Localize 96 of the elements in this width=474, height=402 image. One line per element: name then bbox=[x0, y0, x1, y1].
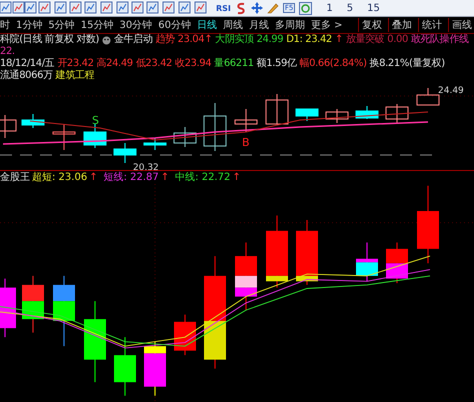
indicator-bar bbox=[386, 242, 408, 284]
high-price-label: 24.49 bbox=[438, 86, 464, 96]
toolbar-chart-icon[interactable] bbox=[24, 2, 36, 14]
period-tab[interactable]: 更多 > bbox=[310, 18, 343, 32]
candlestick bbox=[416, 88, 440, 106]
indicator-bar bbox=[174, 314, 196, 356]
indicator-value: 超短: 23.06 bbox=[32, 171, 88, 184]
indicator-value: 22. bbox=[0, 46, 15, 58]
refresh-icon[interactable] bbox=[299, 2, 312, 14]
candlestick bbox=[234, 108, 258, 132]
toolbar-chart-icon[interactable] bbox=[38, 2, 50, 14]
period-tab[interactable]: 30分钟 bbox=[119, 18, 152, 32]
toolbar-chart-icon[interactable] bbox=[146, 2, 158, 14]
quote-value: 开23.42 bbox=[57, 58, 94, 70]
indicator-value: 中线: 22.72 bbox=[175, 171, 230, 184]
toolbar-tab[interactable]: 复权 bbox=[358, 18, 382, 32]
indicator-value: 科院(日线 前复权 对数) bbox=[0, 34, 99, 46]
quote-value: 幅0.66(2.84%) bbox=[300, 58, 367, 70]
indicator-value: 敢死队操作线 bbox=[410, 34, 469, 46]
toolbar-chart-icon[interactable] bbox=[194, 2, 206, 14]
candlestick bbox=[84, 124, 106, 148]
period-button[interactable]: 15 bbox=[367, 2, 380, 14]
toolbar-chart-icon[interactable] bbox=[178, 2, 190, 14]
pencil-icon[interactable] bbox=[266, 2, 279, 14]
indicator-name: 金股王 bbox=[0, 171, 30, 184]
candlestick bbox=[114, 142, 136, 164]
indicator-bar bbox=[235, 242, 257, 311]
period-tab[interactable]: 多周期 bbox=[274, 18, 305, 32]
indicator-value: 趋势 bbox=[155, 34, 175, 46]
trend-arrow: ↑ bbox=[89, 171, 98, 184]
toolbar-chart-icon[interactable] bbox=[12, 2, 24, 14]
quote-value: 低23.42 bbox=[136, 58, 172, 70]
quote-value: 建筑工程 bbox=[56, 70, 94, 82]
buy-signal-mark: B bbox=[242, 136, 250, 149]
toolbar-tab[interactable]: 叠加 bbox=[388, 18, 412, 32]
quote-value: 换8.21%(量复权) bbox=[370, 58, 445, 70]
candlestick bbox=[204, 102, 226, 152]
s-icon[interactable] bbox=[234, 2, 247, 14]
indicator-bar bbox=[144, 341, 166, 396]
candlestick bbox=[266, 94, 288, 124]
indicator-value: 0.00 bbox=[387, 34, 408, 46]
toolbar-chart-icon[interactable] bbox=[132, 2, 144, 14]
candlestick bbox=[52, 124, 76, 150]
toolbar-tab[interactable]: 统计 bbox=[418, 18, 442, 32]
indicator-bar bbox=[53, 275, 75, 347]
period-tab[interactable]: 1分钟 bbox=[16, 18, 42, 32]
rsi-icon[interactable]: RSI bbox=[216, 4, 231, 12]
candlestick bbox=[296, 108, 318, 122]
candlestick bbox=[22, 114, 44, 128]
quote-value: 流通8066万 bbox=[0, 70, 53, 82]
quote-value: 18/12/14/五 bbox=[0, 58, 54, 70]
indicator-value: D1: 23.42 bbox=[286, 34, 332, 46]
candlestick bbox=[326, 108, 348, 124]
toolbar-chart-icon[interactable] bbox=[100, 2, 112, 14]
quote-value: 量66211 bbox=[214, 58, 254, 70]
period-tab[interactable]: 月线 bbox=[248, 18, 269, 32]
period-button[interactable]: 5 bbox=[346, 2, 354, 14]
sell-signal-mark: S bbox=[92, 114, 99, 127]
indicator-bar bbox=[356, 242, 378, 282]
candlestick bbox=[0, 114, 16, 138]
toolbar-chart-icon[interactable] bbox=[162, 2, 174, 14]
period-tab[interactable]: 5分钟 bbox=[48, 18, 75, 32]
toolbar-tab[interactable]: 画线 bbox=[448, 18, 472, 32]
low-price-label: 20.32 bbox=[133, 163, 159, 171]
indicator-bar bbox=[296, 220, 318, 286]
indicator-value: 23.04↑ bbox=[178, 34, 212, 46]
indicator-value: 金牛启动 bbox=[114, 34, 152, 46]
period-tab[interactable]: 60分钟 bbox=[158, 18, 191, 32]
period-tab[interactable]: 15分钟 bbox=[80, 18, 114, 32]
candlestick bbox=[386, 104, 408, 124]
indicator-value: ↑ bbox=[334, 34, 343, 46]
indicator-value: 24.99 bbox=[256, 34, 284, 46]
candlestick bbox=[174, 126, 196, 148]
quote-value: 收23.94 bbox=[175, 58, 212, 70]
toolbar-chart-icon[interactable] bbox=[54, 2, 66, 14]
period-button[interactable]: 1 bbox=[326, 2, 333, 14]
period-tab[interactable]: 时 bbox=[0, 18, 10, 32]
indicator-bar bbox=[114, 336, 136, 396]
quote-value: 额1.59亿 bbox=[256, 58, 297, 70]
trend-arrow: ↑ bbox=[160, 171, 170, 184]
indicator-value: 短线: 22.87 bbox=[104, 171, 159, 184]
toolbar-chart-icon[interactable] bbox=[70, 2, 82, 14]
indicator-value: 放量突破 bbox=[346, 34, 384, 46]
quote-value: 高24.49 bbox=[96, 58, 133, 70]
candlestick bbox=[144, 138, 166, 150]
indicator-bar bbox=[22, 275, 44, 334]
indicator-value: 大阴实顶 bbox=[215, 34, 254, 46]
period-tab[interactable]: 日线 bbox=[196, 18, 217, 32]
period-tab[interactable]: 周线 bbox=[222, 18, 243, 32]
toolbar-chart-icon[interactable] bbox=[116, 2, 128, 14]
indicator-bar bbox=[0, 278, 16, 338]
trend-arrow: ↑ bbox=[232, 171, 241, 184]
toolbar-chart-icon[interactable] bbox=[84, 2, 96, 14]
move-icon[interactable] bbox=[250, 2, 263, 14]
toolbar-chart-icon[interactable] bbox=[0, 2, 12, 14]
candlestick bbox=[356, 106, 378, 120]
